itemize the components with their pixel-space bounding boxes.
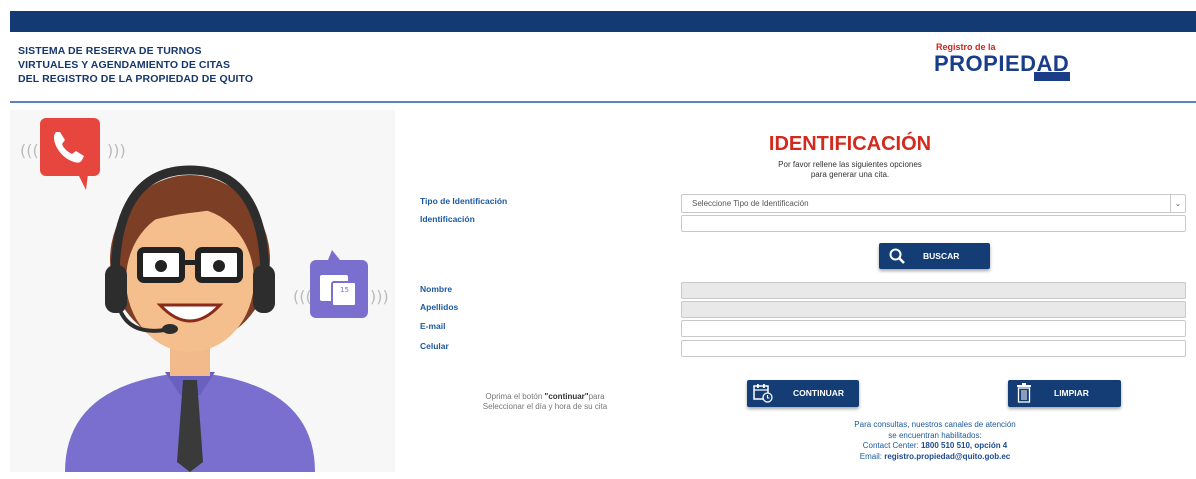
trash-icon [1017,383,1031,403]
email-field[interactable] [681,320,1186,337]
form-subtitle-line: Por favor rellene las siguientes opcione… [778,160,922,169]
form-subtitle-line: para generar una cita. [810,170,890,179]
continue-hint: Oprima el botón "continuar"para Seleccio… [465,392,625,412]
hint-suffix: para [588,392,605,401]
email-label: E-mail [420,321,446,331]
continuar-button-label: CONTINUAR [793,388,844,398]
contact-line2: se encuentran habilitados: [888,430,982,440]
headset-left-ear [105,265,127,313]
contact-info: Para consultas, nuestros canales de aten… [830,420,1040,462]
limpiar-button[interactable]: LIMPIAR [1008,380,1121,407]
identificacion-label: Identificación [420,214,475,224]
svg-text:(((: ((( [293,287,312,306]
buscar-button-label: BUSCAR [923,251,960,261]
celular-label: Celular [420,341,449,351]
headset-right-ear [253,265,275,313]
registro-propiedad-logo: Registro de la PROPIEDAD [930,41,1072,91]
headset-mic [162,324,178,334]
contact-center-value: 1800 510 510, opción 4 [920,441,1008,450]
identificacion-input[interactable] [681,215,1186,232]
form-subtitle: Por favor rellene las siguientes opcione… [680,160,1020,180]
continuar-button[interactable]: CONTINUAR [747,380,859,407]
chevron-down-icon[interactable]: ⌄ [1170,195,1185,212]
svg-text:15: 15 [340,286,349,294]
system-title-line: DEL REGISTRO DE LA PROPIEDAD DE QUITO [18,73,254,85]
calendar-clock-icon [753,384,773,403]
tipo-identificacion-selected-value: Seleccione Tipo de Identificación [692,199,809,208]
contact-email-prefix: Email: [859,451,885,461]
top-banner-bar [10,11,1196,32]
search-icon [889,248,905,264]
apellidos-label: Apellidos [420,302,459,312]
header-divider [10,101,1196,103]
limpiar-button-label: LIMPIAR [1054,388,1089,398]
hint-prefix: Oprima el botón [485,392,545,401]
contact-email-link[interactable]: registro.propiedad@quito.gob.ec [884,452,1010,461]
nombre-field [681,282,1186,299]
tipo-identificacion-select[interactable]: Seleccione Tipo de Identificación ⌄ [681,194,1186,213]
hint-line2: Seleccionar el día y hora de su cita [482,402,608,411]
svg-text:))): ))) [107,141,126,160]
system-title-line: SISTEMA DE RESERVA DE TURNOS [18,45,202,57]
form-title: IDENTIFICACIÓN [768,133,932,155]
hint-bold: "continuar" [544,392,589,401]
contact-line1: Para consultas, nuestros canales de aten… [854,420,1016,429]
apellidos-field [681,301,1186,318]
contact-center-prefix: Contact Center: [862,441,921,450]
system-title: SISTEMA DE RESERVA DE TURNOS VIRTUALES Y… [18,44,253,86]
nombre-label: Nombre [420,284,453,294]
system-title-line: VIRTUALES Y AGENDAMIENTO DE CITAS [18,59,231,71]
svg-text:))): ))) [370,287,389,306]
buscar-button[interactable]: BUSCAR [879,243,990,269]
call-center-agent-illustration: ((( ))) 15 ((( ))) [10,110,395,472]
svg-text:(((: ((( [20,141,39,160]
tipo-identificacion-label: Tipo de Identificación [420,196,508,206]
logo-band [1034,72,1070,81]
celular-field[interactable] [681,340,1186,357]
